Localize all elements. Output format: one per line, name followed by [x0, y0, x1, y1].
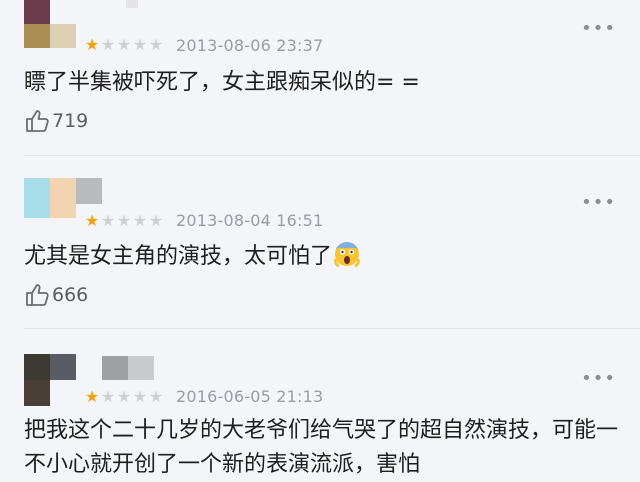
star-empty-icon: ★ — [148, 211, 164, 230]
star-empty-icon: ★ — [116, 35, 132, 54]
thumbs-up-icon — [26, 110, 49, 132]
review-item: ★ ★ ★ ★ ★ 2013-08-06 23:37 ••• 瞟了半集被吓死了，女主跟痴… — [0, 0, 640, 148]
avatar[interactable] — [24, 354, 76, 406]
star-empty-icon: ★ — [132, 211, 148, 230]
star-empty-icon: ★ — [132, 35, 148, 54]
review-item: ★ ★ ★ ★ ★ 2016-06-05 21:13 ••• 把我这个二十几岁的大老爷们… — [0, 354, 640, 477]
avatar[interactable] — [24, 0, 76, 48]
screaming-face-icon — [334, 242, 360, 267]
review-text-content: 尤其是女主角的演技，太可怕了 — [24, 244, 333, 269]
more-icon[interactable]: ••• — [581, 20, 616, 38]
like-count: 666 — [52, 284, 89, 306]
like-button[interactable]: 666 — [24, 280, 88, 310]
divider — [24, 155, 640, 156]
more-icon[interactable]: ••• — [581, 194, 616, 212]
star-empty-icon: ★ — [100, 35, 116, 54]
star-filled-icon: ★ — [84, 211, 100, 230]
username-blurred — [76, 178, 102, 204]
star-empty-icon: ★ — [148, 35, 164, 54]
thumbs-up-icon — [26, 284, 49, 306]
review-date: 2013-08-04 16:51 — [176, 211, 324, 230]
star-filled-icon: ★ — [84, 35, 100, 54]
star-filled-icon: ★ — [84, 387, 100, 406]
star-empty-icon: ★ — [100, 387, 116, 406]
star-rating: ★ ★ ★ ★ ★ — [84, 213, 164, 229]
star-empty-icon: ★ — [116, 211, 132, 230]
star-empty-icon: ★ — [116, 387, 132, 406]
like-button[interactable]: 719 — [24, 106, 88, 136]
divider — [24, 328, 640, 329]
star-rating: ★ ★ ★ ★ ★ — [84, 389, 164, 405]
more-icon[interactable]: ••• — [581, 370, 616, 388]
review-date: 2013-08-06 23:37 — [176, 36, 324, 55]
star-empty-icon: ★ — [132, 387, 148, 406]
review-text: 尤其是女主角的演技，太可怕了 — [24, 240, 624, 274]
review-item: ★ ★ ★ ★ ★ 2013-08-04 16:51 ••• 尤其是女主角的演技，太可怕… — [0, 178, 640, 328]
like-count: 719 — [52, 110, 89, 132]
avatar[interactable] — [24, 178, 76, 230]
review-text: 瞟了半集被吓死了，女主跟痴呆似的= = — [24, 70, 420, 95]
star-rating: ★ ★ ★ ★ ★ — [84, 37, 164, 53]
username-blurred — [102, 356, 154, 380]
review-date: 2016-06-05 21:13 — [176, 387, 324, 406]
star-empty-icon: ★ — [100, 211, 116, 230]
username-blurred — [126, 0, 138, 8]
star-empty-icon: ★ — [148, 387, 164, 406]
review-text: 把我这个二十几岁的大老爷们给气哭了的超自然演技，可能一不小心就开创了一个新的表演… — [24, 418, 619, 477]
